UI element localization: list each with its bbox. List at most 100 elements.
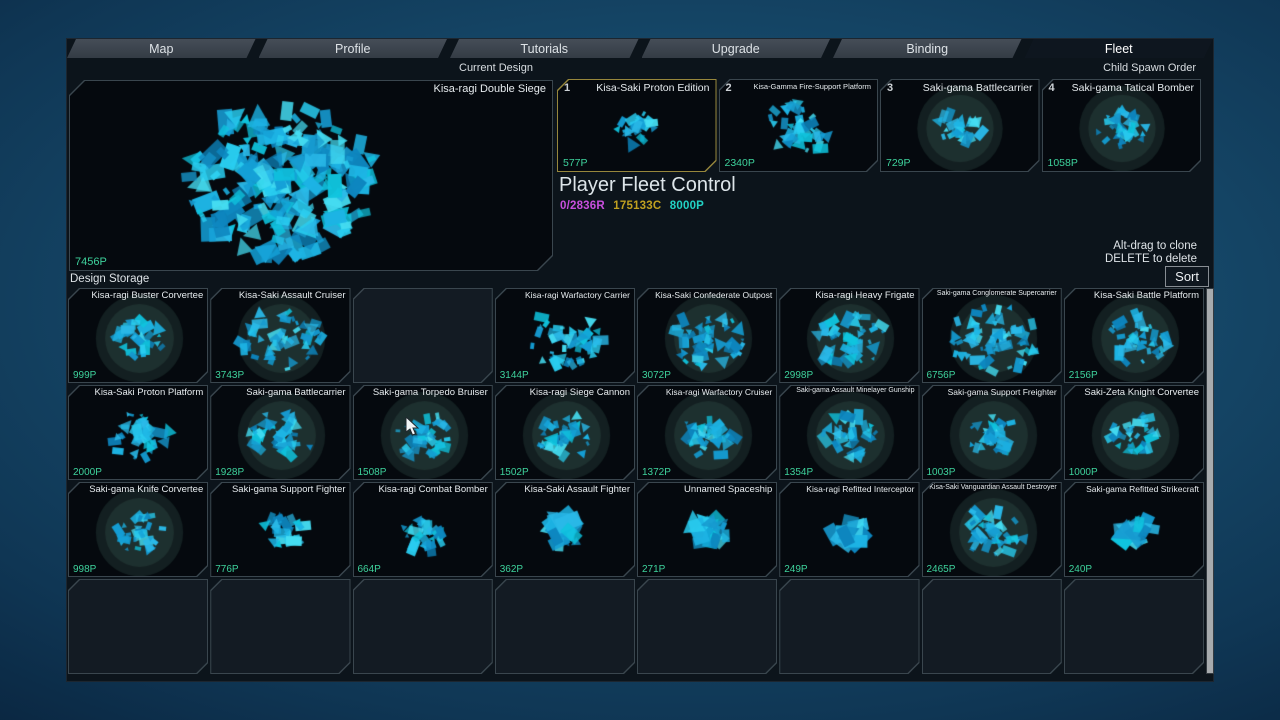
design-slot[interactable]: Saki-gama Support Fighter 776P bbox=[210, 482, 350, 577]
spawn-slot-ship-name: Kisa-Gamma Fire-Support Platform bbox=[753, 82, 871, 91]
design-slot-ship-name: Unnamed Spaceship bbox=[684, 484, 772, 495]
current-design-points: 7456P bbox=[75, 256, 107, 268]
design-slot-points: 776P bbox=[215, 564, 238, 575]
design-slot-ship-art bbox=[69, 289, 210, 382]
tab-tutorials[interactable]: Tutorials bbox=[450, 39, 639, 58]
design-slot-empty[interactable] bbox=[637, 579, 777, 674]
spawn-slot-number: 4 bbox=[1049, 82, 1055, 94]
design-slot-points: 1928P bbox=[215, 467, 244, 478]
storage-hints: Alt-drag to clone DELETE to delete bbox=[1105, 240, 1197, 266]
design-slot-points: 999P bbox=[73, 370, 96, 381]
tab-bar: MapProfileTutorialsUpgradeBindingFleet bbox=[67, 39, 1213, 58]
spawn-slot-ship-name: Saki-gama Tatical Bomber bbox=[1072, 82, 1194, 94]
design-slot-ship-name: Saki-gama Refitted Strikecraft bbox=[1086, 484, 1199, 494]
design-slot-ship-name: Kisa-Saki Vanguardian Assault Destroyer bbox=[929, 484, 1057, 491]
design-slot-points: 1372P bbox=[642, 467, 671, 478]
tab-profile[interactable]: Profile bbox=[259, 39, 448, 58]
spawn-slot-ship-name: Saki-gama Battlecarrier bbox=[923, 82, 1033, 94]
design-slot-ship-name: Saki-gama Assault Minelayer Gunship bbox=[796, 387, 914, 394]
tab-upgrade[interactable]: Upgrade bbox=[642, 39, 831, 58]
spawn-slot-3[interactable]: 3 Saki-gama Battlecarrier 729P bbox=[880, 79, 1040, 172]
design-slot-ship-name: Saki-Zeta Knight Corvertee bbox=[1084, 387, 1199, 398]
spawn-slot-1[interactable]: 1 Kisa-Saki Proton Edition 577P bbox=[557, 79, 717, 172]
design-slot-ship-name: Kisa-Saki Battle Platform bbox=[1094, 290, 1199, 301]
spawn-slot-number: 1 bbox=[564, 82, 570, 94]
design-slot[interactable]: Unnamed Spaceship 271P bbox=[637, 482, 777, 577]
design-slot-empty[interactable] bbox=[922, 579, 1062, 674]
design-slot[interactable]: Saki-gama Assault Minelayer Gunship 1354… bbox=[779, 385, 919, 480]
design-slot[interactable]: Kisa-Saki Vanguardian Assault Destroyer … bbox=[922, 482, 1062, 577]
design-slot[interactable]: Kisa-Saki Battle Platform 2156P bbox=[1064, 288, 1204, 383]
design-slot-ship-art bbox=[211, 386, 352, 479]
design-slot[interactable]: Kisa-Saki Assault Cruiser 3743P bbox=[210, 288, 350, 383]
design-slot[interactable]: Saki-gama Support Freighter 1003P bbox=[922, 385, 1062, 480]
design-slot-empty[interactable] bbox=[210, 579, 350, 674]
design-slot-points: 3743P bbox=[215, 370, 244, 381]
design-slot-ship-name: Kisa-Saki Confederate Outpost bbox=[655, 290, 772, 300]
design-slot-ship-art bbox=[1065, 289, 1206, 382]
design-slot[interactable]: Saki-Zeta Knight Corvertee 1000P bbox=[1064, 385, 1204, 480]
design-slot-ship-name: Kisa-ragi Warfactory Cruiser bbox=[666, 387, 772, 397]
design-slot-ship-art bbox=[638, 386, 779, 479]
design-slot-ship-art bbox=[496, 386, 637, 479]
spawn-slot-points: 577P bbox=[563, 157, 588, 169]
design-slot[interactable]: Kisa-Saki Confederate Outpost 3072P bbox=[637, 288, 777, 383]
resource-p: 8000P bbox=[670, 200, 704, 212]
design-slot[interactable]: Kisa-Saki Proton Platform 2000P bbox=[68, 385, 208, 480]
design-slot[interactable]: Kisa-ragi Warfactory Carrier 3144P bbox=[495, 288, 635, 383]
design-storage-grid: Kisa-ragi Buster Corvertee 999P Kisa-Sak… bbox=[68, 288, 1204, 674]
design-slot-ship-art bbox=[923, 386, 1064, 479]
design-slot-empty[interactable] bbox=[779, 579, 919, 674]
design-slot[interactable]: Kisa-ragi Combat Bomber 664P bbox=[353, 482, 493, 577]
design-slot[interactable]: Saki-gama Refitted Strikecraft 240P bbox=[1064, 482, 1204, 577]
design-slot-points: 664P bbox=[358, 564, 381, 575]
design-slot[interactable]: Saki-gama Knife Corvertee 998P bbox=[68, 482, 208, 577]
design-slot-ship-name: Saki-gama Support Fighter bbox=[232, 484, 346, 495]
design-slot-points: 6756P bbox=[927, 370, 956, 381]
design-slot[interactable]: Kisa-ragi Buster Corvertee 999P bbox=[68, 288, 208, 383]
design-slot-points: 1000P bbox=[1069, 467, 1098, 478]
design-slot-empty[interactable] bbox=[495, 579, 635, 674]
design-slot[interactable]: Kisa-ragi Siege Cannon 1502P bbox=[495, 385, 635, 480]
spawn-slot-4[interactable]: 4 Saki-gama Tatical Bomber 1058P bbox=[1042, 79, 1202, 172]
design-slot-ship-art bbox=[496, 483, 637, 576]
design-slot-points: 240P bbox=[1069, 564, 1092, 575]
resource-c: 175133C bbox=[613, 200, 661, 212]
design-slot-ship-art bbox=[1065, 483, 1206, 576]
design-storage-label: Design Storage bbox=[70, 273, 149, 285]
design-slot-ship-art bbox=[780, 289, 921, 382]
storage-scrollbar[interactable] bbox=[1206, 288, 1214, 674]
design-slot[interactable]: Kisa-ragi Warfactory Cruiser 1372P bbox=[637, 385, 777, 480]
design-slot[interactable]: Kisa-Saki Assault Fighter 362P bbox=[495, 482, 635, 577]
spawn-slot-2[interactable]: 2 Kisa-Gamma Fire-Support Platform 2340P bbox=[719, 79, 879, 172]
resource-stats: 0/2836R 175133C 8000P bbox=[560, 200, 709, 212]
design-slot-ship-name: Kisa-ragi Buster Corvertee bbox=[91, 290, 203, 301]
design-slot-points: 2000P bbox=[73, 467, 102, 478]
design-slot-ship-art bbox=[923, 289, 1064, 382]
design-slot-empty[interactable] bbox=[353, 579, 493, 674]
tab-fleet[interactable]: Fleet bbox=[1025, 39, 1214, 58]
design-slot-empty[interactable] bbox=[1064, 579, 1204, 674]
design-slot-points: 2465P bbox=[927, 564, 956, 575]
design-slot-points: 271P bbox=[642, 564, 665, 575]
current-design-ship-name: Kisa-ragi Double Siege bbox=[433, 83, 546, 95]
design-slot[interactable]: Kisa-ragi Refitted Interceptor 249P bbox=[779, 482, 919, 577]
design-slot-points: 2998P bbox=[784, 370, 813, 381]
spawn-slot-points: 1058P bbox=[1048, 157, 1078, 169]
design-slot-ship-art bbox=[69, 483, 210, 576]
design-slot-ship-art bbox=[354, 386, 495, 479]
design-slot[interactable]: Kisa-ragi Heavy Frigate 2998P bbox=[779, 288, 919, 383]
current-design-preview: Kisa-ragi Double Siege 7456P bbox=[69, 80, 553, 271]
design-slot[interactable]: Saki-gama Battlecarrier 1928P bbox=[210, 385, 350, 480]
sort-button[interactable]: Sort bbox=[1165, 266, 1209, 287]
design-slot-empty[interactable] bbox=[353, 288, 493, 383]
design-slot-points: 1003P bbox=[927, 467, 956, 478]
hint-clone: Alt-drag to clone bbox=[1105, 240, 1197, 253]
tab-map[interactable]: Map bbox=[67, 39, 256, 58]
design-slot-empty[interactable] bbox=[68, 579, 208, 674]
design-slot[interactable]: Saki-gama Conglomerate Supercarrier 6756… bbox=[922, 288, 1062, 383]
page-title: Player Fleet Control bbox=[559, 174, 736, 197]
design-slot-ship-name: Kisa-ragi Heavy Frigate bbox=[815, 290, 914, 301]
design-slot-points: 998P bbox=[73, 564, 96, 575]
tab-binding[interactable]: Binding bbox=[833, 39, 1022, 58]
